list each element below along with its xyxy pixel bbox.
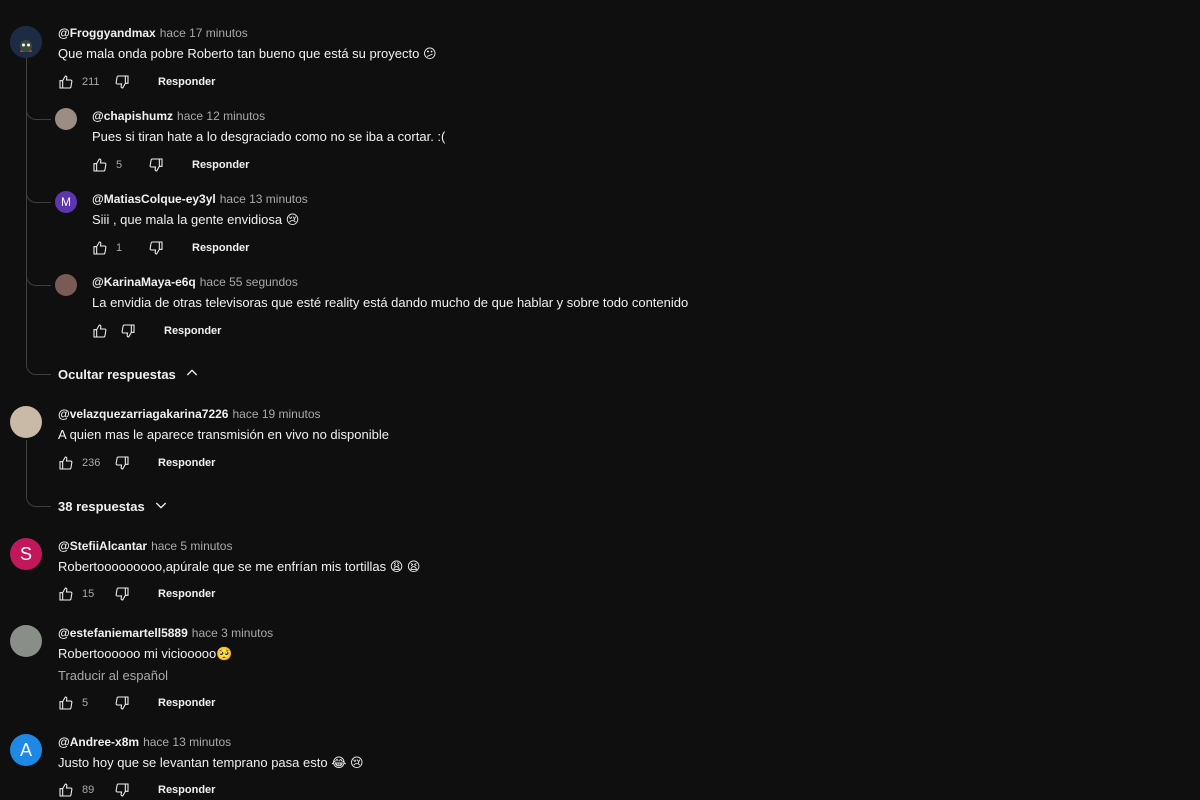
- thread-curve: [26, 184, 51, 203]
- translate-link[interactable]: Traducir al español: [58, 668, 168, 683]
- comment-author[interactable]: @chapishumz hace 12 minutos: [92, 109, 265, 123]
- avatar[interactable]: S: [10, 538, 42, 570]
- comment-author[interactable]: @velazquezarriagakarina7226 hace 19 minut…: [58, 407, 321, 421]
- thread-curve: [26, 356, 51, 375]
- like-count: 1: [116, 242, 123, 254]
- chevron-down-icon: [145, 497, 169, 516]
- comment-author[interactable]: @MatiasColque-ey3yl hace 13 minutos: [92, 192, 308, 206]
- comment-actions: 5 Responder: [58, 693, 215, 713]
- reply-button[interactable]: Responder: [164, 325, 221, 337]
- comment-text: La envidia de otras televisoras que esté…: [92, 295, 689, 310]
- hide-replies-button[interactable]: Ocultar respuestas: [58, 365, 200, 384]
- like-count: 15: [82, 588, 95, 600]
- thumbs-up-icon[interactable]: [58, 695, 74, 711]
- reply-button[interactable]: Responder: [158, 784, 215, 796]
- reply-button[interactable]: Responder: [158, 457, 215, 469]
- comment-time[interactable]: hace 5 minutos: [151, 539, 232, 553]
- reply-button[interactable]: Responder: [192, 159, 249, 171]
- thumbs-down-icon[interactable]: [114, 782, 130, 798]
- comment-author[interactable]: @StefiiAlcantar hace 5 minutos: [58, 539, 232, 553]
- avatar[interactable]: [55, 108, 77, 130]
- thumbs-up-icon[interactable]: [58, 455, 74, 471]
- thread-curve: [26, 101, 51, 120]
- show-replies-button[interactable]: 38 respuestas: [58, 497, 169, 516]
- comment-text: Que mala onda pobre Roberto tan bueno qu…: [58, 46, 437, 61]
- comment-actions: 211 Responder: [58, 72, 215, 92]
- thumbs-up-icon[interactable]: [92, 240, 108, 256]
- avatar[interactable]: [10, 26, 42, 58]
- comment-text: Pues si tiran hate a lo desgraciado como…: [92, 129, 446, 144]
- thumbs-up-icon[interactable]: [92, 323, 108, 339]
- comment-text: A quien mas le aparece transmisión en vi…: [58, 427, 389, 442]
- thread-curve: [26, 267, 51, 286]
- reply-button[interactable]: Responder: [158, 697, 215, 709]
- comment-author[interactable]: @estefaniemartell5889 hace 3 minutos: [58, 626, 273, 640]
- comment-emoji: 🥺: [216, 646, 233, 661]
- thread-line: [26, 440, 27, 490]
- comment-author[interactable]: @Andree-x8m hace 13 minutos: [58, 735, 231, 749]
- chevron-up-icon: [176, 365, 200, 384]
- comment-time[interactable]: hace 12 minutos: [177, 109, 265, 123]
- comment-time[interactable]: hace 17 minutos: [160, 26, 248, 40]
- like-count: 211: [82, 76, 100, 88]
- thumbs-down-icon[interactable]: [148, 240, 164, 256]
- comment-time[interactable]: hace 13 minutos: [143, 735, 231, 749]
- comment-actions: 15 Responder: [58, 584, 215, 604]
- comment-time[interactable]: hace 13 minutos: [220, 192, 308, 206]
- comment-emoji: 😂 😢: [331, 755, 364, 770]
- thumbs-down-icon[interactable]: [114, 74, 130, 90]
- like-count: 236: [82, 457, 101, 469]
- like-count: 5: [82, 697, 89, 709]
- thumbs-up-icon[interactable]: [92, 157, 108, 173]
- avatar[interactable]: A: [10, 734, 42, 766]
- avatar[interactable]: [10, 406, 42, 438]
- comment-emoji: 😢: [285, 212, 300, 227]
- comment-actions: Responder: [92, 321, 221, 341]
- reply-button[interactable]: Responder: [158, 588, 215, 600]
- comment-actions: 89 Responder: [58, 780, 215, 800]
- comment-time[interactable]: hace 55 segundos: [200, 275, 298, 289]
- avatar[interactable]: [10, 625, 42, 657]
- thumbs-up-icon[interactable]: [58, 586, 74, 602]
- thumbs-down-icon[interactable]: [114, 695, 130, 711]
- avatar[interactable]: [55, 274, 77, 296]
- comment-text: Robertooooooooo,apúrale que se me enfría…: [58, 559, 421, 574]
- comment-time[interactable]: hace 19 minutos: [232, 407, 320, 421]
- thumbs-down-icon[interactable]: [114, 455, 130, 471]
- comment-actions: 236 Responder: [58, 453, 215, 473]
- comment-text: Justo hoy que se levantan temprano pasa …: [58, 755, 364, 770]
- comment-actions: 1 Responder: [92, 238, 249, 258]
- thumbs-down-icon[interactable]: [148, 157, 164, 173]
- reply-button[interactable]: Responder: [158, 76, 215, 88]
- thumbs-down-icon[interactable]: [120, 323, 136, 339]
- thumbs-up-icon[interactable]: [58, 782, 74, 798]
- thumbs-up-icon[interactable]: [58, 74, 74, 90]
- reply-button[interactable]: Responder: [192, 242, 249, 254]
- comment-time[interactable]: hace 3 minutos: [192, 626, 273, 640]
- comment-emoji: 😕: [422, 46, 437, 61]
- comment-actions: 5 Responder: [92, 155, 249, 175]
- thread-curve: [26, 488, 51, 507]
- comment-author[interactable]: @KarinaMaya-e6q hace 55 segundos: [92, 275, 298, 289]
- thumbs-down-icon[interactable]: [114, 586, 130, 602]
- like-count: 89: [82, 784, 95, 796]
- comment-emoji: 😩 😫: [389, 559, 421, 574]
- comment-text: Siii , que mala la gente envidiosa 😢: [92, 212, 300, 227]
- avatar[interactable]: M: [55, 191, 77, 213]
- comment-text: Robertoooooo mi viciooooo🥺: [58, 646, 233, 661]
- like-count: 5: [116, 159, 123, 171]
- comment-author[interactable]: @Froggyandmax hace 17 minutos: [58, 26, 248, 40]
